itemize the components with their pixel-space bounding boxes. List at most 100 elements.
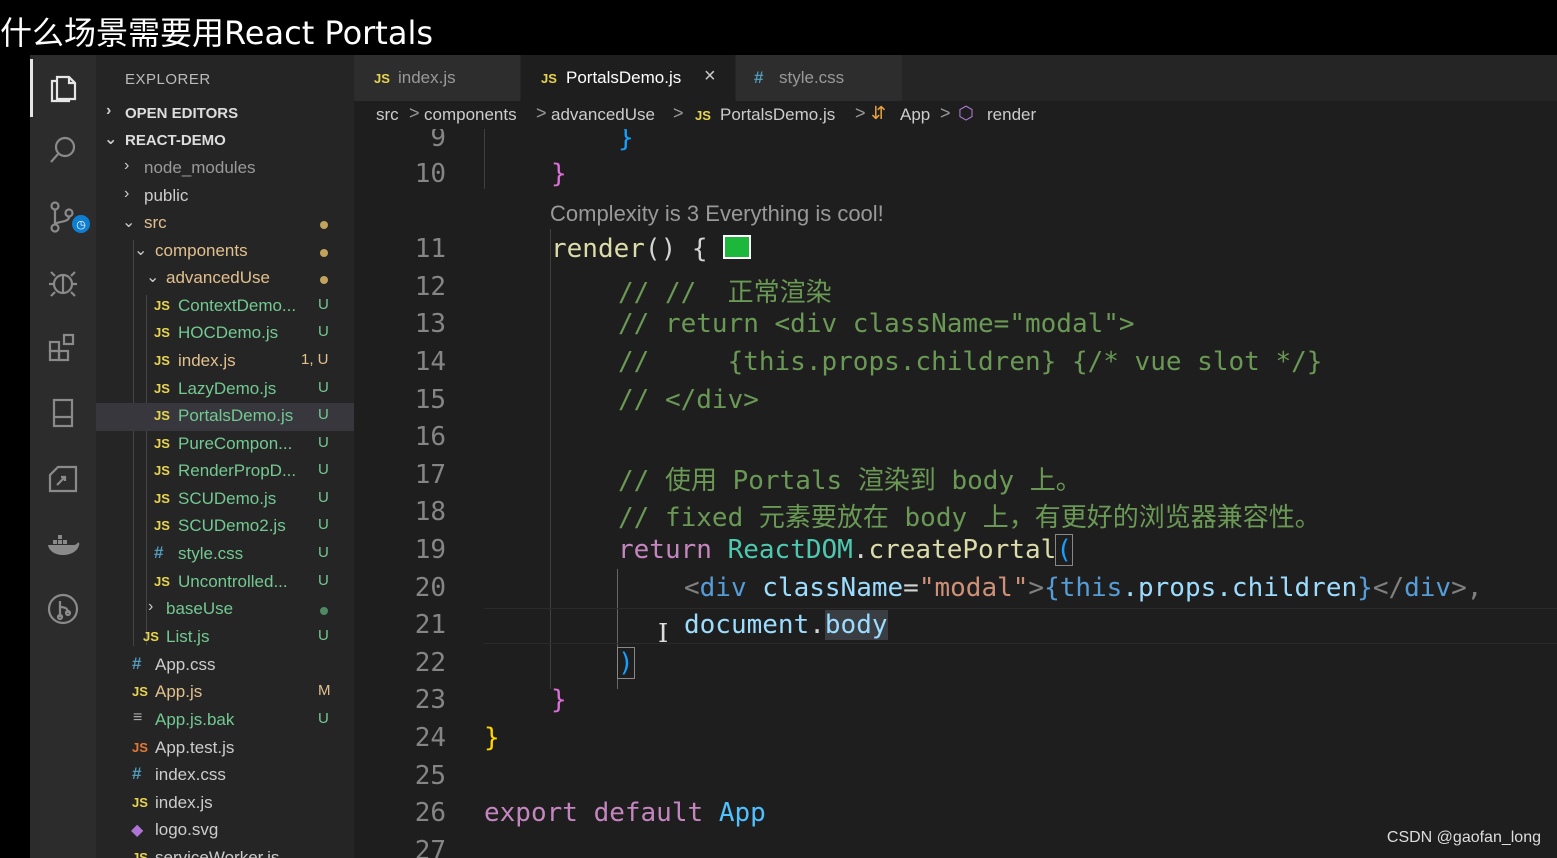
css-file-icon: # xyxy=(132,764,142,783)
line-number: 13 xyxy=(414,309,446,339)
tree-file-PortalsDemo[interactable]: JS PortalsDemo.js U xyxy=(96,403,354,431)
code-token: ( xyxy=(1055,534,1073,566)
tree-file-RenderProp[interactable]: JS RenderPropD... U xyxy=(96,458,354,486)
code-line: export default App xyxy=(484,798,766,828)
line-number: 10 xyxy=(414,159,446,189)
code-line: // {this.props.children} {/* vue slot */… xyxy=(618,347,1323,377)
tab-label: style.css xyxy=(779,68,845,87)
breadcrumb-item[interactable]: App xyxy=(900,105,930,125)
source-control-icon[interactable]: ◷ xyxy=(43,197,90,237)
tree-file-serviceWorker[interactable]: JS serviceWorker.js xyxy=(96,845,354,858)
code-line: } xyxy=(551,159,567,189)
tree-label: node_modules xyxy=(144,158,256,177)
chevron-right-icon: > xyxy=(673,103,684,123)
code-token: < xyxy=(684,573,700,603)
svg-file-icon: ◆ xyxy=(131,822,144,839)
tree-file-index-css[interactable]: # index.css xyxy=(96,762,354,790)
tree-file-HOCDemo[interactable]: JS HOCDemo.js U xyxy=(96,320,354,348)
breadcrumb-item[interactable]: render xyxy=(987,105,1036,125)
code-editor[interactable]: 9 10 11 12 13 14 15 16 17 18 19 20 21 22… xyxy=(354,129,1557,858)
chevron-down-icon: ⌄ xyxy=(146,269,160,286)
tree-file-App-test[interactable]: JS App.test.js xyxy=(96,735,354,763)
tree-file-index-js[interactable]: JS index.js xyxy=(96,790,354,818)
git-status: U xyxy=(318,379,329,396)
tab-style-css[interactable]: # style.css xyxy=(736,55,902,101)
tree-folder-components[interactable]: ⌄ components xyxy=(96,238,354,266)
tree-folder-src[interactable]: ⌄ src xyxy=(96,210,354,238)
chevron-right-icon: > xyxy=(855,103,866,123)
tree-folder-advancedUse[interactable]: ⌄ advancedUse xyxy=(96,265,354,293)
explorer-sidebar: EXPLORER › OPEN EDITORS ⌄ REACT-DEMO › n… xyxy=(96,55,354,858)
line-number: 19 xyxy=(414,535,446,565)
section-label: REACT-DEMO xyxy=(125,132,226,149)
tree-label: index.css xyxy=(155,765,226,784)
code-token: >, xyxy=(1451,573,1483,603)
class-icon: ⇵ xyxy=(871,103,887,123)
line-number: 9 xyxy=(430,129,446,153)
debug-icon[interactable] xyxy=(43,262,83,302)
modified-dot xyxy=(320,276,328,284)
tree-file-App-js-bak[interactable]: ≡ App.js.bak U xyxy=(96,707,354,735)
tree-file-SCUDemo2[interactable]: JS SCUDemo2.js U xyxy=(96,513,354,541)
code-token: } xyxy=(618,129,634,153)
code-token: ReactDOM xyxy=(727,535,853,565)
tree-folder-public[interactable]: › public xyxy=(96,183,354,211)
codelens-complexity[interactable]: Complexity is 3 Everything is cool! xyxy=(550,201,884,227)
tree-file-PureComponent[interactable]: JS PureCompon... U xyxy=(96,431,354,459)
chevron-down-icon: ⌄ xyxy=(104,131,118,148)
tree-file-SCUDemo[interactable]: JS SCUDemo.js U xyxy=(96,486,354,514)
tree-file-LazyDemo[interactable]: JS LazyDemo.js U xyxy=(96,376,354,404)
code-line: // </div> xyxy=(618,385,759,415)
tree-folder-baseUse[interactable]: › baseUse xyxy=(96,596,354,624)
section-label: OPEN EDITORS xyxy=(125,105,239,122)
js-file-icon: JS xyxy=(132,850,148,858)
line-number: 21 xyxy=(414,610,446,640)
color-decorator[interactable] xyxy=(723,235,752,259)
tree-label: List.js xyxy=(166,627,210,646)
tree-file-logo-svg[interactable]: ◆ logo.svg xyxy=(96,817,354,845)
js-file-icon: JS xyxy=(154,518,170,533)
chevron-right-icon: > xyxy=(536,103,547,123)
tree-file-List[interactable]: JS List.js U xyxy=(96,624,354,652)
tree-file-App-js[interactable]: JS App.js M xyxy=(96,679,354,707)
code-line: document.body xyxy=(684,610,888,640)
git-status: U xyxy=(318,296,329,313)
tree-label: HOCDemo.js xyxy=(178,323,279,342)
tree-file-ContextDemo[interactable]: JS ContextDemo... U xyxy=(96,293,354,321)
tree-label: App.js.bak xyxy=(155,710,235,729)
close-icon[interactable]: × xyxy=(704,65,716,88)
extensions-icon[interactable] xyxy=(43,328,83,368)
git-status: U xyxy=(318,710,329,727)
tree-file-index-advanced[interactable]: JS index.js 1, U xyxy=(96,348,354,376)
git-graph-icon[interactable] xyxy=(43,589,83,629)
search-icon[interactable] xyxy=(43,131,83,171)
tree-file-Uncontrolled[interactable]: JS Uncontrolled... U xyxy=(96,569,354,597)
tab-index-js[interactable]: JS index.js xyxy=(354,55,520,101)
project-section[interactable]: ⌄ REACT-DEMO xyxy=(96,127,354,155)
explorer-icon[interactable] xyxy=(43,67,83,107)
git-status: U xyxy=(318,461,329,478)
open-editors-section[interactable]: › OPEN EDITORS xyxy=(96,100,354,128)
tree-folder-node_modules[interactable]: › node_modules xyxy=(96,155,354,183)
breadcrumb-item[interactable]: components xyxy=(424,105,517,125)
tree-label: LazyDemo.js xyxy=(178,379,277,398)
code-token: .props.children xyxy=(1122,573,1358,603)
js-file-icon: JS xyxy=(154,491,170,506)
js-file-icon: JS xyxy=(374,71,390,86)
breadcrumb-item[interactable]: advancedUse xyxy=(551,105,655,125)
docker-icon[interactable] xyxy=(43,524,83,564)
breadcrumb-item[interactable]: src xyxy=(376,105,399,125)
watermark: CSDN @gaofan_long xyxy=(1386,829,1541,846)
remote-explorer-icon[interactable] xyxy=(43,459,83,499)
line-number: 14 xyxy=(414,347,446,377)
tab-PortalsDemo-js[interactable]: JS PortalsDemo.js × xyxy=(521,55,735,101)
bookmark-icon[interactable] xyxy=(43,393,83,433)
tree-file-App-css[interactable]: # App.css xyxy=(96,652,354,680)
tree-label: serviceWorker.js xyxy=(155,848,280,858)
breadcrumb-item[interactable]: PortalsDemo.js xyxy=(720,105,835,125)
tree-file-style-css[interactable]: # style.css U xyxy=(96,541,354,569)
tree-label: ContextDemo... xyxy=(178,296,297,315)
code-token: className xyxy=(762,573,904,603)
js-file-icon: JS xyxy=(154,325,170,340)
code-line: } xyxy=(551,685,567,715)
